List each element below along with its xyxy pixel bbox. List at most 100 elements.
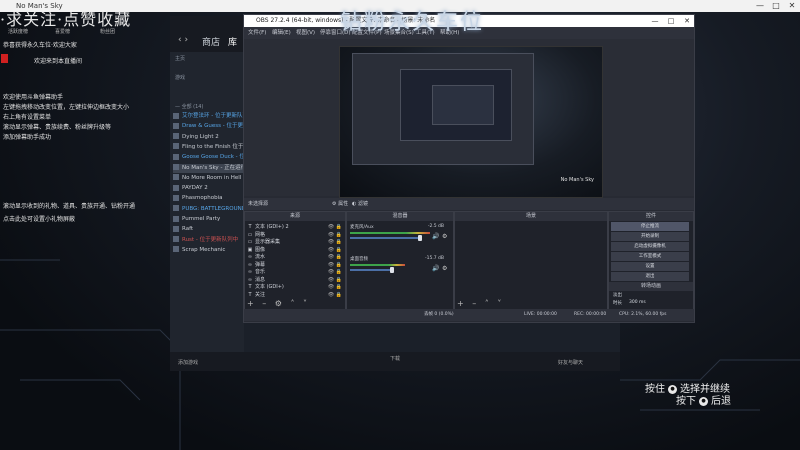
overlay-center-banner: 钻粉永久车位: [340, 10, 485, 35]
sources-footer-controls[interactable]: + – ⚙ ˄ ˅: [247, 299, 310, 308]
obs-maximize-icon[interactable]: □: [664, 15, 678, 27]
obs-close-icon[interactable]: ✕: [680, 15, 694, 27]
mixer-desktop-name: 桌面音频: [350, 257, 368, 262]
visibility-lock-icon[interactable]: 👁 🔒: [328, 291, 342, 299]
mic-speaker-icon[interactable]: 🔊: [432, 233, 439, 240]
overlay-notice-line: 左键拖拽移动改变位置，左键拉伸边框改变大小: [3, 104, 130, 111]
source-name: 音乐: [255, 269, 266, 275]
game-list-item[interactable]: Dying Light 2: [173, 133, 243, 142]
menu-view[interactable]: 视图(V): [296, 27, 315, 39]
game-list-item[interactable]: Goose Goose Duck - 位于更新: [173, 153, 243, 162]
game-list-item[interactable]: 艾尔登法环 - 位于更新队列: [173, 112, 243, 121]
game-icon: [173, 174, 179, 181]
tab-fans[interactable]: 粉丝团: [100, 28, 115, 35]
mixer-desktop-db: -15.7 dB: [424, 256, 444, 261]
desktop-gear-icon[interactable]: ⚙: [442, 265, 447, 272]
menu-edit[interactable]: 编辑(E): [272, 27, 291, 39]
game-name: Draw & Guess - 位于更新队列: [182, 123, 243, 130]
preview-nested-window-deep: [432, 85, 494, 125]
source-name: 消息: [255, 276, 266, 283]
filters-button[interactable]: ◐ 滤镜: [352, 198, 368, 210]
nav-store[interactable]: 商店: [202, 35, 220, 48]
transition-type-select[interactable]: 淡出: [613, 292, 622, 298]
close-icon[interactable]: ✕: [784, 0, 800, 12]
game-list-item[interactable]: Fling to the Finish 位于更新: [173, 143, 243, 152]
downloads-button[interactable]: 下载: [390, 355, 400, 362]
red-badge: [1, 54, 8, 63]
minimize-icon[interactable]: —: [752, 0, 768, 12]
game-list-item[interactable]: PAYDAY 2: [173, 184, 243, 193]
filters-label: 滤镜: [357, 201, 368, 207]
game-list-item[interactable]: Raft: [173, 225, 243, 234]
properties-button[interactable]: ⚙ 属性: [332, 198, 348, 210]
tab-favorites[interactable]: 喜爱榜: [55, 28, 70, 35]
source-name: 显示器采集: [255, 239, 281, 245]
game-name: Fling to the Finish 位于更新: [182, 143, 243, 150]
games-label[interactable]: 游戏: [175, 74, 185, 81]
nav-library[interactable]: 库: [228, 35, 237, 48]
add-game-button[interactable]: 添加游戏: [178, 359, 198, 366]
settings-button[interactable]: 设置: [611, 262, 689, 271]
audio-mixer-panel: 混音器 麦克风/Aux -2.5 dB 🔊 ⚙ 桌面音频 -15.7 dB 🔊 …: [346, 211, 454, 310]
game-icon: [173, 153, 179, 160]
overlay-line-top: 恭喜获得永久车位·欢迎大家: [3, 42, 77, 49]
game-name: No Man's Sky - 正在运行: [182, 164, 243, 171]
home-label[interactable]: 主页: [175, 55, 185, 62]
obs-window[interactable]: OBS 27.2.4 (64-bit, windows) - 配置文件: 未命名…: [243, 14, 695, 323]
game-name: Rust - 位于更新队列中: [182, 236, 239, 243]
desktop-volume-slider[interactable]: [350, 269, 390, 271]
game-list-item[interactable]: Pummel Party: [173, 215, 243, 224]
overlay-notice-line: 滚动显示弹幕、贵族续费、粉丝牌升级等: [3, 124, 112, 131]
game-icon: [173, 194, 179, 201]
game-icon: [173, 246, 179, 253]
game-name: PAYDAY 2: [182, 185, 208, 192]
virtual-camera-button[interactable]: 启动虚拟摄像机: [611, 242, 689, 251]
stop-streaming-button[interactable]: 停止推流: [611, 222, 689, 231]
start-recording-button[interactable]: 开始录制: [611, 232, 689, 241]
menu-file[interactable]: 文件(F): [248, 27, 266, 39]
game-icon: [173, 164, 179, 170]
scenes-footer-controls[interactable]: + – ˄ ˅: [457, 299, 504, 308]
game-list-item[interactable]: No Man's Sky - 正在运行: [173, 163, 243, 173]
game-name: Goose Goose Duck - 位于更新: [182, 154, 243, 161]
game-list-item[interactable]: No More Room in Hell: [173, 174, 243, 183]
game-list-item[interactable]: Scrap Mechanic: [173, 246, 243, 255]
source-item[interactable]: T 关注 👁 🔒: [247, 291, 345, 299]
hint-press-label: 按住: [645, 384, 665, 395]
transitions-label: 转场动画: [609, 282, 693, 291]
mixer-mic-db: -2.5 dB: [427, 224, 444, 229]
game-icon: [173, 215, 179, 222]
game-name: Raft: [182, 226, 194, 233]
overlay-big-title: ·求关注·点赞收藏: [0, 10, 132, 29]
source-name: 流水: [255, 254, 266, 260]
game-icon: [173, 225, 179, 232]
desktop-speaker-icon[interactable]: 🔊: [432, 265, 439, 272]
mic-volume-slider[interactable]: [350, 237, 420, 239]
desktop-volume-knob[interactable]: [390, 267, 394, 273]
duration-input[interactable]: 300 ms: [629, 300, 646, 305]
status-live: LIVE: 00:00:00: [524, 312, 557, 317]
mic-gear-icon[interactable]: ⚙: [442, 233, 447, 240]
preview-caption: No Man's Sky: [560, 177, 594, 183]
source-toolbar: 未选择源 ⚙ 属性 ◐ 滤镜: [244, 198, 694, 210]
maximize-icon[interactable]: □: [768, 0, 784, 12]
nav-arrows-icon[interactable]: ‹ ›: [178, 35, 188, 45]
game-list-item[interactable]: Draw & Guess - 位于更新队列: [173, 122, 243, 131]
game-list-item[interactable]: PUBG: BATTLEGROUNDS: [173, 205, 243, 214]
all-games-label[interactable]: — 全部 (14): [175, 103, 203, 110]
source-name: 关注: [255, 291, 266, 298]
studio-mode-button[interactable]: 工作室模式: [611, 252, 689, 261]
tab-activity[interactable]: 活跃度榜: [8, 28, 28, 35]
game-name: PUBG: BATTLEGROUNDS: [182, 205, 243, 212]
overlay-notice-line: 右上角有设置菜单: [3, 114, 52, 121]
stream-preview[interactable]: No Man's Sky: [339, 46, 603, 198]
overlay-notice-line: 欢迎使用斗鱼弹幕助手: [3, 94, 64, 101]
game-icon: [173, 122, 179, 129]
mic-volume-knob[interactable]: [418, 235, 422, 241]
game-icon: [173, 112, 179, 119]
game-list-item[interactable]: Rust - 位于更新队列中: [173, 236, 243, 245]
obs-minimize-icon[interactable]: —: [648, 15, 662, 27]
friends-chat-button[interactable]: 好友与聊天: [558, 359, 583, 366]
game-list-item[interactable]: Phasmophobia: [173, 194, 243, 203]
exit-button[interactable]: 退出: [611, 272, 689, 281]
